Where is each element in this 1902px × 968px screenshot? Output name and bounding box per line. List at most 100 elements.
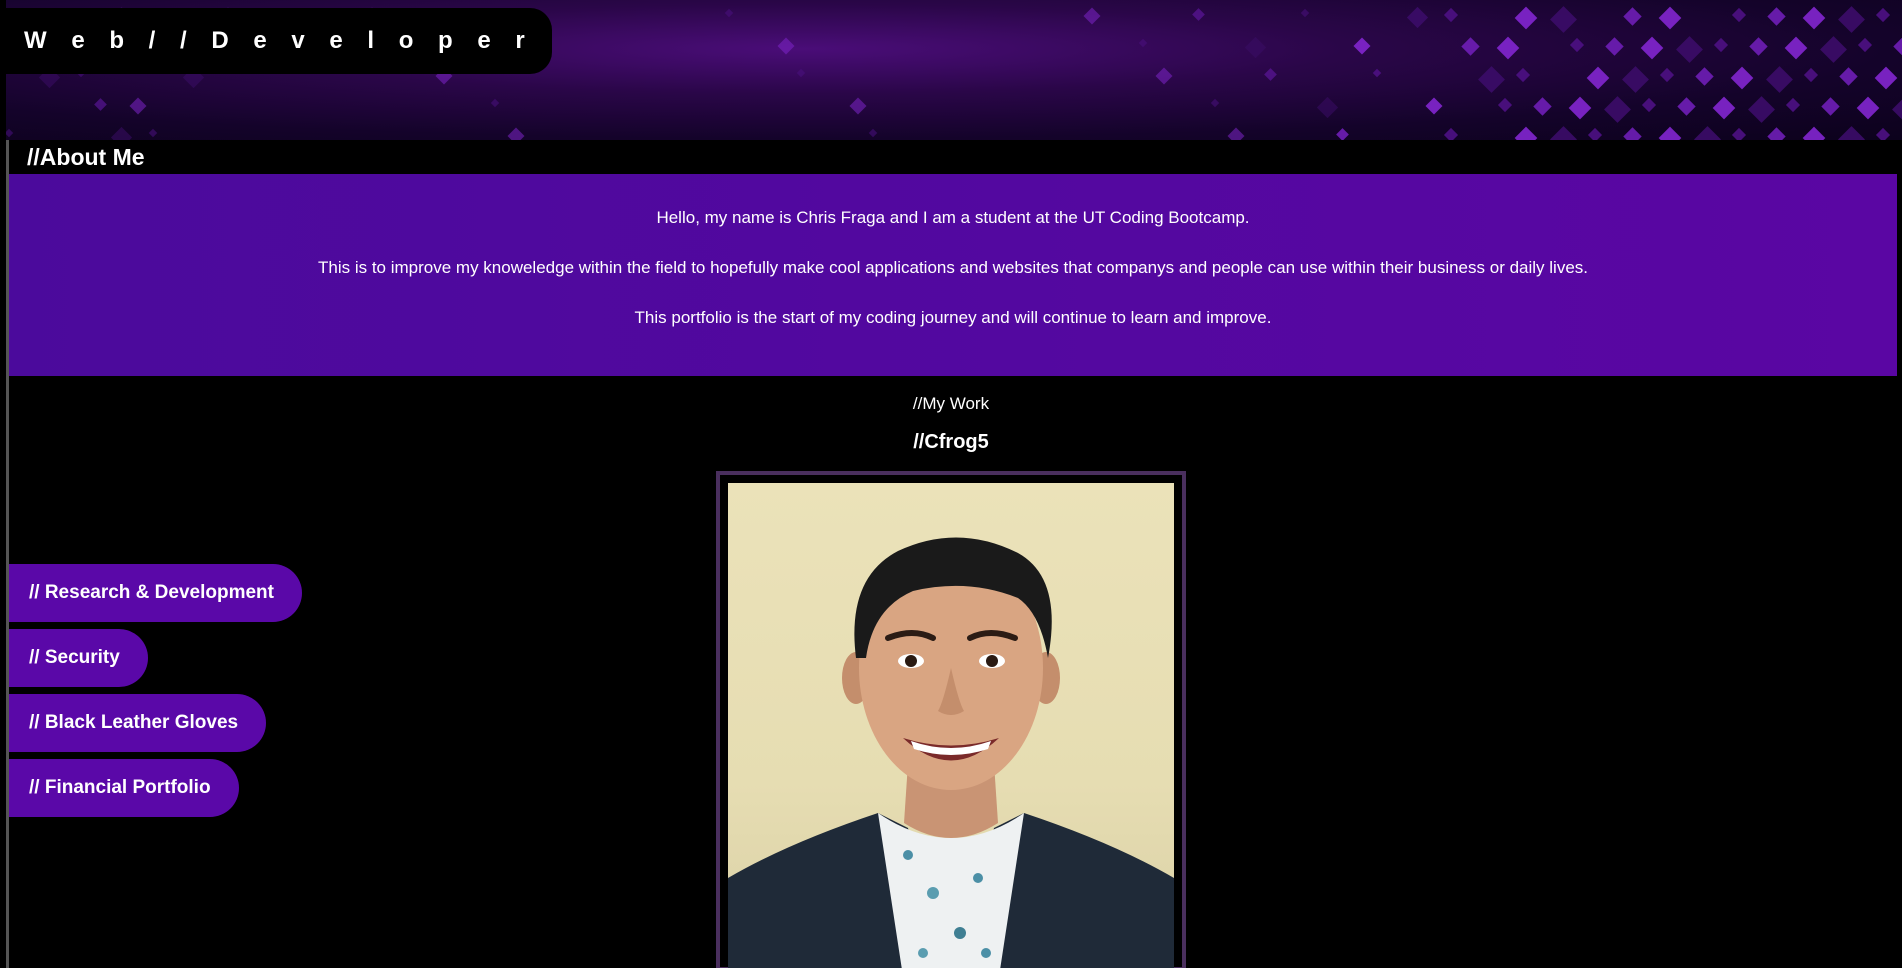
nav-button-security[interactable]: // Security (9, 629, 148, 687)
banner-diamond (1353, 37, 1371, 55)
banner-diamond (1749, 37, 1768, 56)
banner-diamond (1784, 36, 1808, 60)
banner-diamond (110, 126, 133, 140)
banner-diamond (1550, 126, 1577, 140)
banner-diamond (1640, 36, 1664, 60)
banner-diamond (1210, 98, 1220, 108)
banner-diamond (1856, 96, 1880, 120)
banner-diamond (1569, 37, 1585, 53)
banner-diamond (1659, 67, 1675, 83)
banner-diamond (1658, 6, 1682, 30)
portrait-frame (716, 471, 1186, 968)
banner-diamond (1874, 66, 1898, 90)
banner-diamond (1821, 97, 1840, 116)
banner-diamond (1550, 6, 1577, 33)
banner-diamond (1892, 96, 1902, 123)
banner-diamond (507, 127, 525, 140)
banner-diamond (868, 128, 878, 138)
nav-button-financial-portfolio[interactable]: // Financial Portfolio (9, 759, 239, 817)
banner-diamond (1694, 126, 1721, 140)
banner-diamond (1766, 66, 1793, 93)
banner-diamond (1713, 37, 1729, 53)
banner-diamond (1138, 38, 1148, 48)
banner-diamond (1083, 7, 1101, 25)
banner-diamond (148, 128, 158, 138)
banner-diamond (1839, 67, 1858, 86)
banner-diamond (1838, 126, 1865, 140)
banner-diamond (1802, 126, 1826, 140)
nav-button-research-development[interactable]: // Research & Development (9, 564, 302, 622)
banner-diamond (1748, 96, 1775, 123)
banner-diamond (1372, 68, 1382, 78)
banner-diamond (1838, 6, 1865, 33)
banner-diamond (490, 98, 500, 108)
about-paragraph: This is to improve my knoweledge within … (317, 258, 1588, 277)
banner-diamond (1515, 67, 1531, 83)
banner-diamond (1497, 97, 1513, 113)
banner-diamond (1443, 7, 1459, 23)
banner-diamond (796, 68, 806, 78)
banner-diamond (1622, 66, 1649, 93)
banner-diamond (1514, 6, 1538, 30)
banner-diamond (1623, 7, 1642, 26)
banner-diamond (1604, 96, 1631, 123)
about-paragraph: Hello, my name is Chris Fraga and I am a… (656, 208, 1250, 227)
banner-diamond (1605, 37, 1624, 56)
banner-diamond (1461, 37, 1480, 56)
banner-diamond (1676, 36, 1703, 63)
banner-diamond (1586, 66, 1610, 90)
site-brand[interactable]: W e b / / D e v e l o p e r (0, 8, 552, 74)
banner-diamond (724, 8, 734, 18)
banner-diamond (1300, 8, 1310, 18)
banner-diamond (1316, 96, 1339, 119)
page: W e b / / D e v e l o p e r //About Me H… (0, 0, 1902, 968)
banner-diamond (1568, 96, 1592, 120)
about-title: //About Me (27, 144, 145, 170)
profile-photo (728, 483, 1174, 968)
banner-diamond (1767, 127, 1786, 140)
banner-diamond (1623, 127, 1642, 140)
banner-diamond (1514, 126, 1538, 140)
banner-diamond (1803, 67, 1819, 83)
banner-diamond (6, 128, 14, 138)
banner-diamond (129, 97, 147, 115)
banner-diamond (777, 37, 795, 55)
banner-diamond (1802, 6, 1826, 30)
banner-diamond (849, 97, 867, 115)
banner-diamond (1227, 127, 1245, 140)
banner-diamond (1857, 37, 1873, 53)
banner-diamond (1264, 68, 1277, 81)
user-handle: //Cfrog5 (913, 431, 989, 453)
banner-diamond (1677, 97, 1696, 116)
banner-diamond (1496, 36, 1520, 60)
banner-diamond (1244, 36, 1267, 59)
banner-diamond (1875, 7, 1891, 23)
banner-diamond (1533, 97, 1552, 116)
banner-diamond (1695, 67, 1714, 86)
banner-diamond (1731, 127, 1747, 140)
banner-diamond (1875, 127, 1891, 140)
banner-diamond (1425, 97, 1443, 115)
banner-diamond (1155, 67, 1173, 85)
banner-diamond (1478, 66, 1505, 93)
banner-diamond (1712, 96, 1736, 120)
banner-diamond (1730, 66, 1754, 90)
about-section: Hello, my name is Chris Fraga and I am a… (9, 174, 1897, 376)
banner-diamond (1820, 36, 1847, 63)
banner-diamond (1406, 6, 1429, 29)
banner-diamond (1443, 127, 1459, 140)
banner-diamond (1192, 8, 1205, 21)
banner-diamond (1785, 97, 1801, 113)
banner-diamond (1587, 127, 1603, 140)
banner-diamond (1641, 97, 1657, 113)
banner-diamond (1767, 7, 1786, 26)
banner-diamond (94, 98, 107, 111)
nav-button-black-leather-gloves[interactable]: // Black Leather Gloves (9, 694, 267, 752)
banner-diamond (1893, 37, 1902, 56)
my-work-label: //My Work (912, 394, 990, 413)
banner-diamond (1336, 128, 1349, 140)
about-paragraph: This portfolio is the start of my coding… (634, 308, 1272, 327)
banner-diamond (1658, 126, 1682, 140)
banner-diamond (1731, 7, 1747, 23)
profile-photo-illustration (728, 537, 1174, 968)
